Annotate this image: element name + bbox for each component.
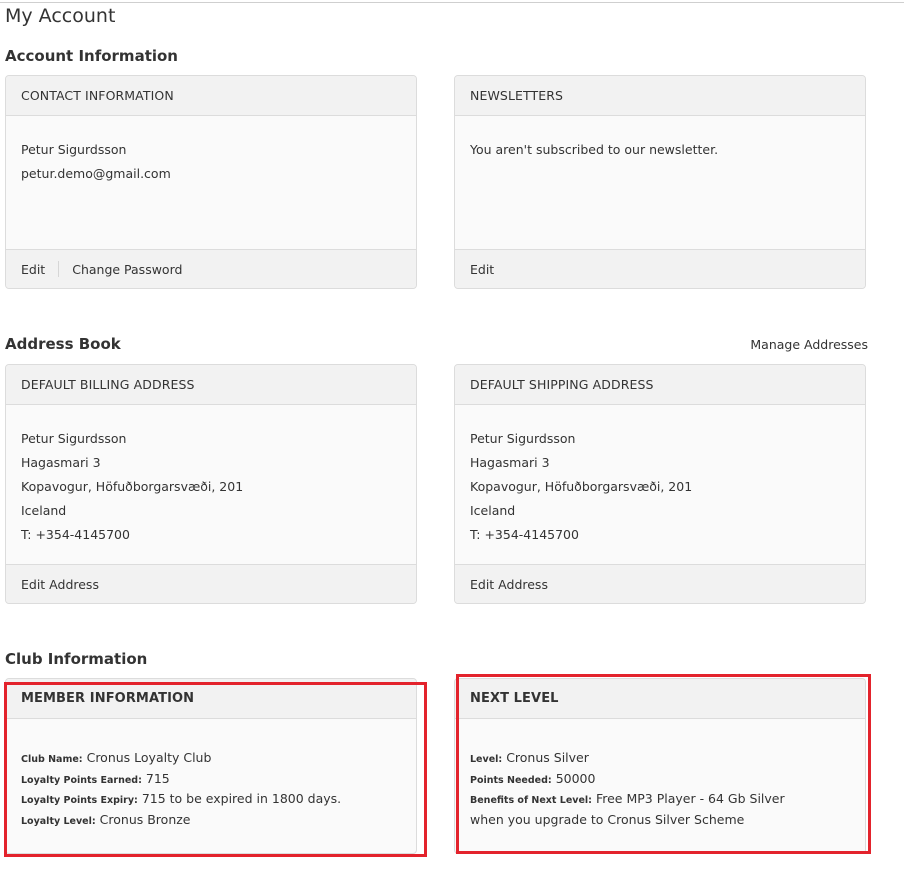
change-password-link[interactable]: Change Password bbox=[72, 262, 182, 277]
card-body: Petur Sigurdsson petur.demo@gmail.com bbox=[6, 116, 416, 186]
edit-newsletter-link[interactable]: Edit bbox=[470, 262, 494, 277]
points-expiry-row: Loyalty Points Expiry: 715 to be expired… bbox=[21, 790, 401, 811]
contact-information-card: CONTACT INFORMATION Petur Sigurdsson pet… bbox=[5, 75, 417, 289]
field-label: Benefits of Next Level: bbox=[470, 795, 592, 806]
contact-name: Petur Sigurdsson bbox=[21, 142, 127, 157]
card-body: Club Name: Cronus Loyalty Club Loyalty P… bbox=[6, 719, 416, 831]
points-needed-row: Points Needed: 50000 bbox=[470, 770, 850, 791]
club-name-value: Cronus Loyalty Club bbox=[86, 750, 212, 765]
card-header: CONTACT INFORMATION bbox=[6, 76, 416, 116]
address-line: Petur Sigurdsson bbox=[21, 431, 127, 446]
newsletters-card: NEWSLETTERS You aren't subscribed to our… bbox=[454, 75, 866, 289]
action-separator bbox=[58, 261, 60, 277]
card-header: NEWSLETTERS bbox=[455, 76, 865, 116]
page-title: My Account bbox=[5, 5, 116, 27]
loyalty-level-row: Loyalty Level: Cronus Bronze bbox=[21, 811, 401, 832]
field-label: Loyalty Points Expiry: bbox=[21, 795, 138, 806]
edit-shipping-address-link[interactable]: Edit Address bbox=[470, 577, 548, 592]
card-actions: Edit Address bbox=[455, 564, 865, 603]
club-name-row: Club Name: Cronus Loyalty Club bbox=[21, 749, 401, 770]
points-earned-value: 715 bbox=[145, 770, 170, 786]
shipping-address-card: DEFAULT SHIPPING ADDRESS Petur Sigurdsso… bbox=[454, 364, 866, 604]
points-needed-value: 50000 bbox=[555, 770, 596, 786]
address-line: Hagasmari 3 bbox=[21, 455, 101, 470]
next-level-value: Cronus Silver bbox=[506, 750, 589, 765]
benefits-row: Benefits of Next Level: Free MP3 Player … bbox=[470, 790, 850, 829]
card-header: MEMBER INFORMATION bbox=[6, 679, 416, 719]
billing-address-card: DEFAULT BILLING ADDRESS Petur Sigurdsson… bbox=[5, 364, 417, 604]
field-label: Loyalty Level: bbox=[21, 815, 96, 827]
top-divider bbox=[0, 2, 904, 3]
field-label: Points Needed: bbox=[470, 774, 552, 786]
card-body: Level: Cronus Silver Points Needed: 5000… bbox=[455, 719, 865, 829]
address-line: Kopavogur, Höfuðborgarsvæði, 201 bbox=[21, 479, 244, 494]
address-line: Hagasmari 3 bbox=[470, 455, 550, 470]
club-information-title: Club Information bbox=[5, 650, 148, 668]
card-body: Petur Sigurdsson Hagasmari 3 Kopavogur, … bbox=[455, 405, 865, 547]
address-line: Iceland bbox=[470, 503, 516, 518]
member-information-card: MEMBER INFORMATION Club Name: Cronus Loy… bbox=[5, 678, 417, 854]
card-actions: Edit bbox=[455, 249, 865, 288]
card-actions: Edit Address bbox=[6, 564, 416, 603]
account-information-title: Account Information bbox=[5, 47, 178, 65]
loyalty-level-value: Cronus Bronze bbox=[99, 811, 191, 827]
address-line: Iceland bbox=[21, 503, 67, 518]
newsletter-status: You aren't subscribed to our newsletter. bbox=[470, 142, 719, 157]
card-actions: Edit Change Password bbox=[6, 249, 416, 288]
next-level-card: NEXT LEVEL Level: Cronus Silver Points N… bbox=[454, 678, 866, 854]
points-expiry-value: 715 to be expired in 1800 days. bbox=[141, 791, 342, 806]
card-header: DEFAULT SHIPPING ADDRESS bbox=[455, 365, 865, 405]
card-body: You aren't subscribed to our newsletter. bbox=[455, 116, 865, 162]
card-body: Petur Sigurdsson Hagasmari 3 Kopavogur, … bbox=[6, 405, 416, 547]
card-header: DEFAULT BILLING ADDRESS bbox=[6, 365, 416, 405]
address-phone: T: +354-4145700 bbox=[470, 527, 579, 542]
address-phone: T: +354-4145700 bbox=[21, 527, 130, 542]
points-earned-row: Loyalty Points Earned: 715 bbox=[21, 770, 401, 791]
edit-contact-link[interactable]: Edit bbox=[21, 262, 45, 277]
card-header: NEXT LEVEL bbox=[455, 679, 865, 719]
manage-addresses-link[interactable]: Manage Addresses bbox=[750, 337, 868, 352]
field-label: Loyalty Points Earned: bbox=[21, 774, 142, 786]
address-book-title: Address Book bbox=[5, 335, 121, 353]
address-line: Kopavogur, Höfuðborgarsvæði, 201 bbox=[470, 479, 693, 494]
contact-email: petur.demo@gmail.com bbox=[21, 166, 171, 181]
edit-billing-address-link[interactable]: Edit Address bbox=[21, 577, 99, 592]
next-level-row: Level: Cronus Silver bbox=[470, 749, 850, 770]
field-label: Club Name: bbox=[21, 754, 83, 765]
address-line: Petur Sigurdsson bbox=[470, 431, 576, 446]
field-label: Level: bbox=[470, 754, 503, 765]
